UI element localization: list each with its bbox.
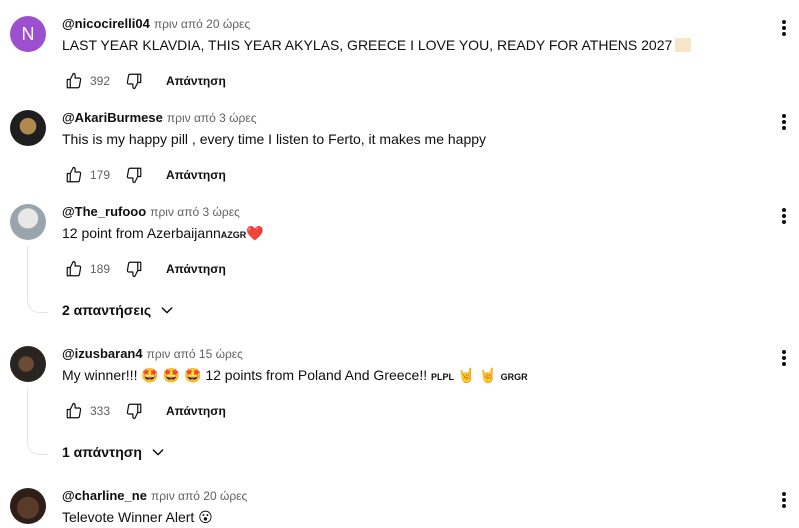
like-count: 333 — [90, 404, 111, 418]
avatar[interactable] — [10, 488, 46, 524]
comment-text-body: 12 points from Poland And Greece!! — [201, 367, 432, 383]
thumb-down-icon — [126, 167, 142, 184]
more-vert-icon — [782, 350, 786, 366]
comment-header: @The_rufooo πριν από 3 ώρες — [62, 204, 240, 222]
comment-header: @nicocirelli04 πριν από 20 ώρες — [62, 16, 250, 34]
comment-actions: 392 Απάντηση — [62, 69, 226, 93]
replies-count-label: 2 απαντήσεις — [62, 302, 152, 318]
like-count: 392 — [90, 74, 111, 88]
more-actions-button[interactable] — [774, 110, 794, 134]
reply-button[interactable]: Απάντηση — [166, 168, 226, 182]
dislike-button[interactable] — [122, 399, 146, 423]
avatar[interactable] — [10, 204, 46, 240]
comment-text: LAST YEAR KLAVDIA, THIS YEAR AKYLAS, GRE… — [62, 37, 692, 53]
avatar[interactable] — [10, 346, 46, 382]
thread-line — [27, 388, 28, 440]
author-handle[interactable]: @nicocirelli04 — [62, 16, 150, 31]
more-actions-button[interactable] — [774, 16, 794, 40]
comment-actions: 179 Απάντηση — [62, 163, 226, 187]
like-button[interactable] — [62, 399, 86, 423]
more-actions-button[interactable] — [774, 488, 794, 512]
more-vert-icon — [782, 492, 786, 508]
dislike-button[interactable] — [122, 69, 146, 93]
dislike-button[interactable] — [122, 257, 146, 281]
comment-text-body: Televote Winner Alert — [62, 509, 199, 525]
comment-time[interactable]: πριν από 15 ώρες — [147, 347, 243, 361]
comment-time[interactable]: πριν από 3 ώρες — [167, 111, 257, 125]
comment-header: @AkariBurmese πριν από 3 ώρες — [62, 110, 257, 128]
chevron-down-icon — [161, 307, 173, 314]
thumb-up-icon — [66, 402, 82, 419]
author-handle[interactable]: @izusbaran4 — [62, 346, 143, 361]
flag-text: GRGR — [500, 372, 528, 382]
comment-text-body: LAST YEAR KLAVDIA, THIS YEAR AKYLAS, GRE… — [62, 37, 673, 53]
more-vert-icon — [782, 208, 786, 224]
comment-header: @charline_ne πριν από 20 ώρες — [62, 488, 247, 506]
thumb-down-icon — [126, 403, 142, 420]
comment-actions: 189 Απάντηση — [62, 257, 226, 281]
surprised-emoji: 😮 — [198, 509, 213, 525]
thread-connector — [27, 298, 48, 313]
avatar[interactable] — [10, 110, 46, 146]
flag-text: AZGR — [220, 230, 247, 240]
star-eyes-emoji: 🤩 🤩 🤩 — [141, 367, 202, 383]
flag-emoji: 🏳 — [675, 38, 692, 52]
comment-text-body: 12 point from Azerbaijann — [62, 225, 221, 241]
comment-text: 12 point from AzerbaijannAZGR❤️ — [62, 225, 264, 242]
author-handle[interactable]: @charline_ne — [62, 488, 147, 503]
like-button[interactable] — [62, 163, 86, 187]
thumb-down-icon — [126, 73, 142, 90]
reply-button[interactable]: Απάντηση — [166, 74, 226, 88]
comment-text: Televote Winner Alert 😮 — [62, 509, 213, 526]
like-button[interactable] — [62, 69, 86, 93]
comment-time[interactable]: πριν από 20 ώρες — [154, 17, 250, 31]
author-handle[interactable]: @The_rufooo — [62, 204, 146, 219]
comment-text: This is my happy pill , every time I lis… — [62, 131, 487, 147]
thumb-up-icon — [66, 260, 82, 277]
view-replies-button[interactable]: 1 απάντηση — [62, 444, 166, 460]
rock-hand-emoji: 🤘 🤘 — [457, 367, 497, 383]
more-vert-icon — [782, 114, 786, 130]
reply-button[interactable]: Απάντηση — [166, 404, 226, 418]
thumb-up-icon — [66, 72, 82, 89]
thumb-up-icon — [66, 166, 82, 183]
avatar-letter: N — [21, 23, 35, 44]
view-replies-button[interactable]: 2 απαντήσεις — [62, 302, 175, 318]
comment-time[interactable]: πριν από 3 ώρες — [150, 205, 240, 219]
like-count: 179 — [90, 168, 111, 182]
more-actions-button[interactable] — [774, 204, 794, 228]
like-count: 189 — [90, 262, 111, 276]
comment-actions: 333 Απάντηση — [62, 399, 226, 423]
chevron-down-icon — [152, 449, 164, 456]
heart-emoji: ❤️ — [246, 225, 264, 241]
avatar[interactable]: N — [10, 16, 46, 52]
thread-connector — [27, 440, 48, 455]
thumb-down-icon — [126, 261, 142, 278]
comment-text: My winner!!! 🤩 🤩 🤩 12 points from Poland… — [62, 367, 528, 384]
replies-count-label: 1 απάντηση — [62, 444, 142, 460]
comment-header: @izusbaran4 πριν από 15 ώρες — [62, 346, 243, 364]
dislike-button[interactable] — [122, 163, 146, 187]
comment-time[interactable]: πριν από 20 ώρες — [151, 489, 247, 503]
author-handle[interactable]: @AkariBurmese — [62, 110, 163, 125]
flag-text: PLPL — [431, 372, 455, 382]
thread-line — [27, 246, 28, 298]
more-vert-icon — [782, 20, 786, 36]
like-button[interactable] — [62, 257, 86, 281]
reply-button[interactable]: Απάντηση — [166, 262, 226, 276]
comment-text-body: My winner!!! — [62, 367, 142, 383]
more-actions-button[interactable] — [774, 346, 794, 370]
